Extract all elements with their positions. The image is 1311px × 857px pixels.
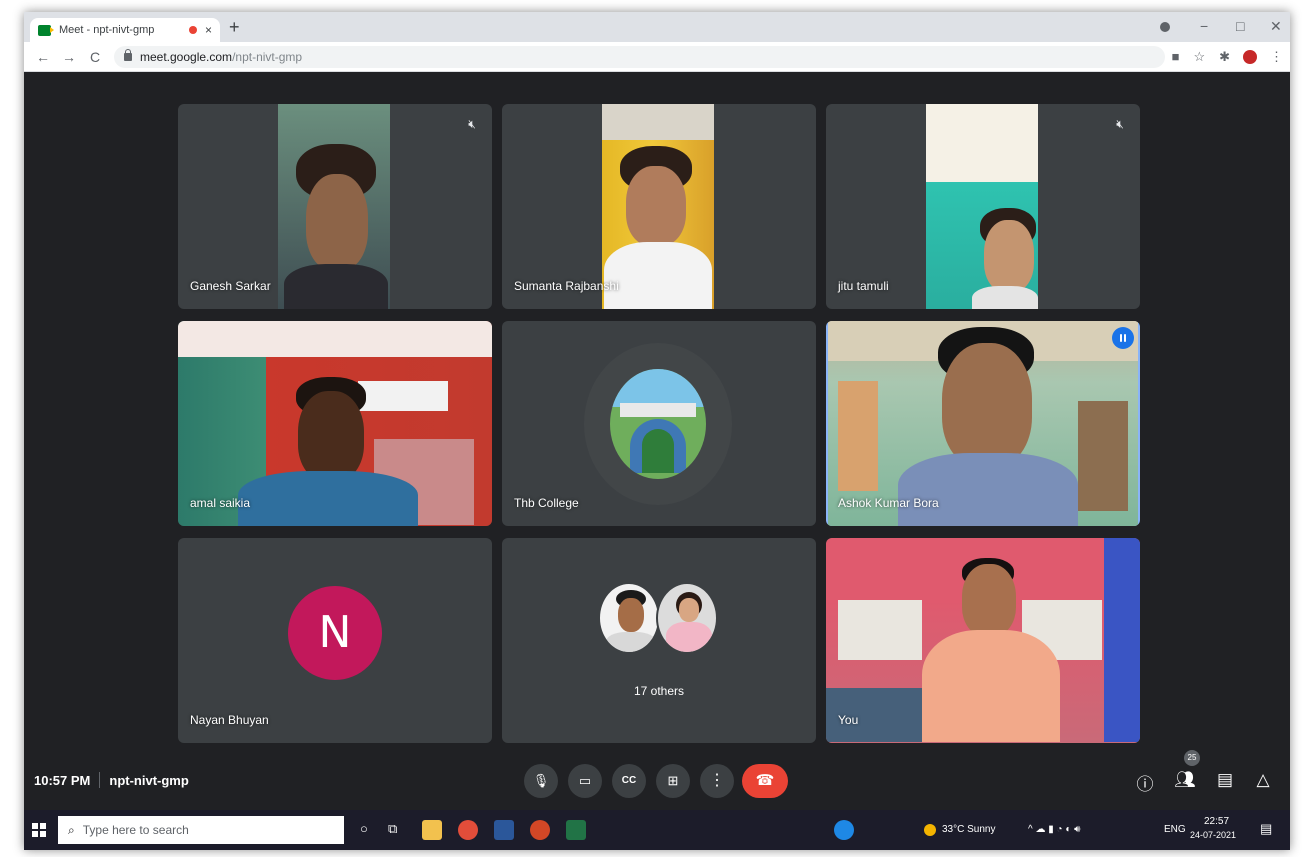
- camera-button[interactable]: ▭: [568, 764, 602, 798]
- tab-strip: Meet - npt-nivt-gmp × + − □ ✕: [24, 12, 1290, 42]
- recording-indicator-icon: [188, 26, 197, 34]
- participant-name: Ashok Kumar Bora: [838, 496, 939, 510]
- mic-off-icon: 🔇︎: [468, 117, 476, 131]
- meet-favicon-icon: [38, 24, 54, 36]
- camera-in-use-icon[interactable]: ■: [1172, 49, 1180, 64]
- video-feed: [926, 104, 1038, 309]
- windows-taskbar: ⌕ Type here to search ○ ⧉ 33°C Sunny ^ ☁…: [24, 810, 1290, 850]
- participant-name: Ganesh Sarkar: [190, 279, 271, 293]
- participant-tile[interactable]: 🔇︎ jitu tamuli: [826, 104, 1140, 309]
- extensions-icon[interactable]: ✱: [1219, 49, 1230, 65]
- address-bar[interactable]: meet.google.com /npt-nivt-gmp: [114, 45, 1165, 68]
- participant-tile[interactable]: Thb College: [502, 321, 816, 526]
- self-view-tile[interactable]: You: [826, 538, 1140, 743]
- profile-icon[interactable]: [1160, 22, 1170, 32]
- participant-name: Thb College: [514, 496, 579, 510]
- search-placeholder: Type here to search: [82, 823, 189, 837]
- divider: [99, 772, 101, 788]
- language-indicator[interactable]: ENG: [1164, 824, 1186, 835]
- activities-icon[interactable]: △: [1252, 770, 1274, 790]
- participant-name: Nayan Bhuyan: [190, 713, 269, 727]
- speaking-indicator-icon: [1112, 327, 1134, 349]
- camera-icon: ▭: [578, 773, 592, 788]
- video-feed: [826, 538, 1140, 743]
- bookmark-star-icon[interactable]: ☆: [1193, 49, 1205, 65]
- browser-window: Meet - npt-nivt-gmp × + − □ ✕ ← → C meet…: [24, 12, 1290, 850]
- windows-start-icon[interactable]: [32, 823, 46, 837]
- captions-icon: CC: [621, 775, 637, 786]
- captions-button[interactable]: CC: [612, 764, 646, 798]
- participant-count-badge: 25: [1184, 750, 1200, 766]
- extension-bug-icon[interactable]: [1243, 49, 1257, 64]
- avatar: [656, 582, 718, 654]
- participant-name: Sumanta Rajbanshi: [514, 279, 619, 293]
- clock-time[interactable]: 22:57: [1204, 816, 1229, 827]
- meeting-time: 10:57 PM: [34, 772, 91, 788]
- maximize-button[interactable]: □: [1236, 18, 1244, 34]
- word-icon[interactable]: [494, 820, 514, 840]
- meeting-info-icon[interactable]: ⓘ: [1134, 770, 1156, 795]
- meeting-details: 10:57 PM npt-nivt-gmp: [34, 772, 189, 788]
- task-view-icon[interactable]: ⧉: [388, 821, 397, 837]
- search-icon: ⌕: [68, 822, 75, 837]
- tab-meet[interactable]: Meet - npt-nivt-gmp ×: [30, 18, 220, 42]
- participant-tile-active-speaker[interactable]: Ashok Kumar Bora: [826, 321, 1140, 526]
- meet-control-bar: 10:57 PM npt-nivt-gmp 🎙︎ ▭ CC ⊞ ⋮ ☎︎ ⓘ 👥…: [24, 750, 1290, 810]
- mic-off-icon: 🔇︎: [1116, 117, 1124, 131]
- new-tab-button[interactable]: +: [229, 17, 240, 38]
- weather-sun-icon: [924, 824, 936, 836]
- notifications-icon[interactable]: ▤: [1260, 821, 1272, 837]
- participant-name: jitu tamuli: [838, 279, 889, 293]
- browser-menu-icon[interactable]: ⋮: [1270, 49, 1283, 65]
- participant-name: amal saikia: [190, 496, 251, 510]
- others-tile[interactable]: 17 others: [502, 538, 816, 743]
- weather-text[interactable]: 33°C Sunny: [942, 824, 995, 835]
- lock-icon: [124, 48, 132, 61]
- end-call-button[interactable]: ☎︎: [742, 764, 788, 798]
- system-tray-icons[interactable]: ^ ☁ ▮ ◔ ◐ 🔊︎: [1028, 824, 1080, 835]
- close-window-button[interactable]: ✕: [1270, 18, 1282, 35]
- avatar: [598, 582, 660, 654]
- chat-icon[interactable]: ▤: [1214, 770, 1236, 790]
- participant-tile[interactable]: N Nayan Bhuyan: [178, 538, 492, 743]
- mic-icon: 🎙︎: [532, 773, 550, 788]
- url-path: /npt-nivt-gmp: [232, 49, 303, 64]
- participant-tile[interactable]: amal saikia: [178, 321, 492, 526]
- help-icon[interactable]: [834, 820, 854, 840]
- others-count-label: 17 others: [633, 684, 685, 698]
- people-icon[interactable]: 👥︎: [1174, 770, 1196, 790]
- powerpoint-icon[interactable]: [530, 820, 550, 840]
- end-call-icon: ☎︎: [755, 772, 775, 789]
- minimize-button[interactable]: −: [1200, 18, 1208, 34]
- video-feed: [278, 104, 390, 309]
- clock-date[interactable]: 24-07-2021: [1190, 830, 1236, 840]
- back-button[interactable]: ←: [36, 49, 50, 65]
- more-options-button[interactable]: ⋮: [700, 764, 734, 798]
- browser-toolbar: ← → C meet.google.com /npt-nivt-gmp ■ ☆ …: [24, 42, 1290, 72]
- present-now-button[interactable]: ⊞: [656, 764, 690, 798]
- mic-button[interactable]: 🎙︎: [524, 764, 558, 798]
- file-explorer-icon[interactable]: [422, 820, 442, 840]
- college-profile-picture: [610, 369, 706, 479]
- tab-close-button[interactable]: ×: [205, 23, 212, 37]
- meet-stage: 🔇︎ Ganesh Sarkar Sumanta Rajbanshi 🔇︎ ji…: [24, 72, 1290, 789]
- chrome-icon[interactable]: [458, 820, 478, 840]
- excel-icon[interactable]: [566, 820, 586, 840]
- forward-button[interactable]: →: [62, 49, 76, 65]
- more-options-icon: ⋮: [709, 772, 725, 789]
- participant-tile[interactable]: Sumanta Rajbanshi: [502, 104, 816, 309]
- taskbar-search-input[interactable]: ⌕ Type here to search: [58, 816, 344, 844]
- participant-tile[interactable]: 🔇︎ Ganesh Sarkar: [178, 104, 492, 309]
- participant-name: You: [838, 713, 859, 727]
- tab-title: Meet - npt-nivt-gmp: [59, 24, 155, 36]
- reload-button[interactable]: C: [88, 49, 102, 65]
- avatar: N: [288, 586, 382, 680]
- url-domain: meet.google.com: [140, 49, 233, 64]
- meeting-code: npt-nivt-gmp: [109, 772, 189, 788]
- present-icon: ⊞: [667, 773, 679, 788]
- cortana-icon[interactable]: ○: [360, 821, 368, 836]
